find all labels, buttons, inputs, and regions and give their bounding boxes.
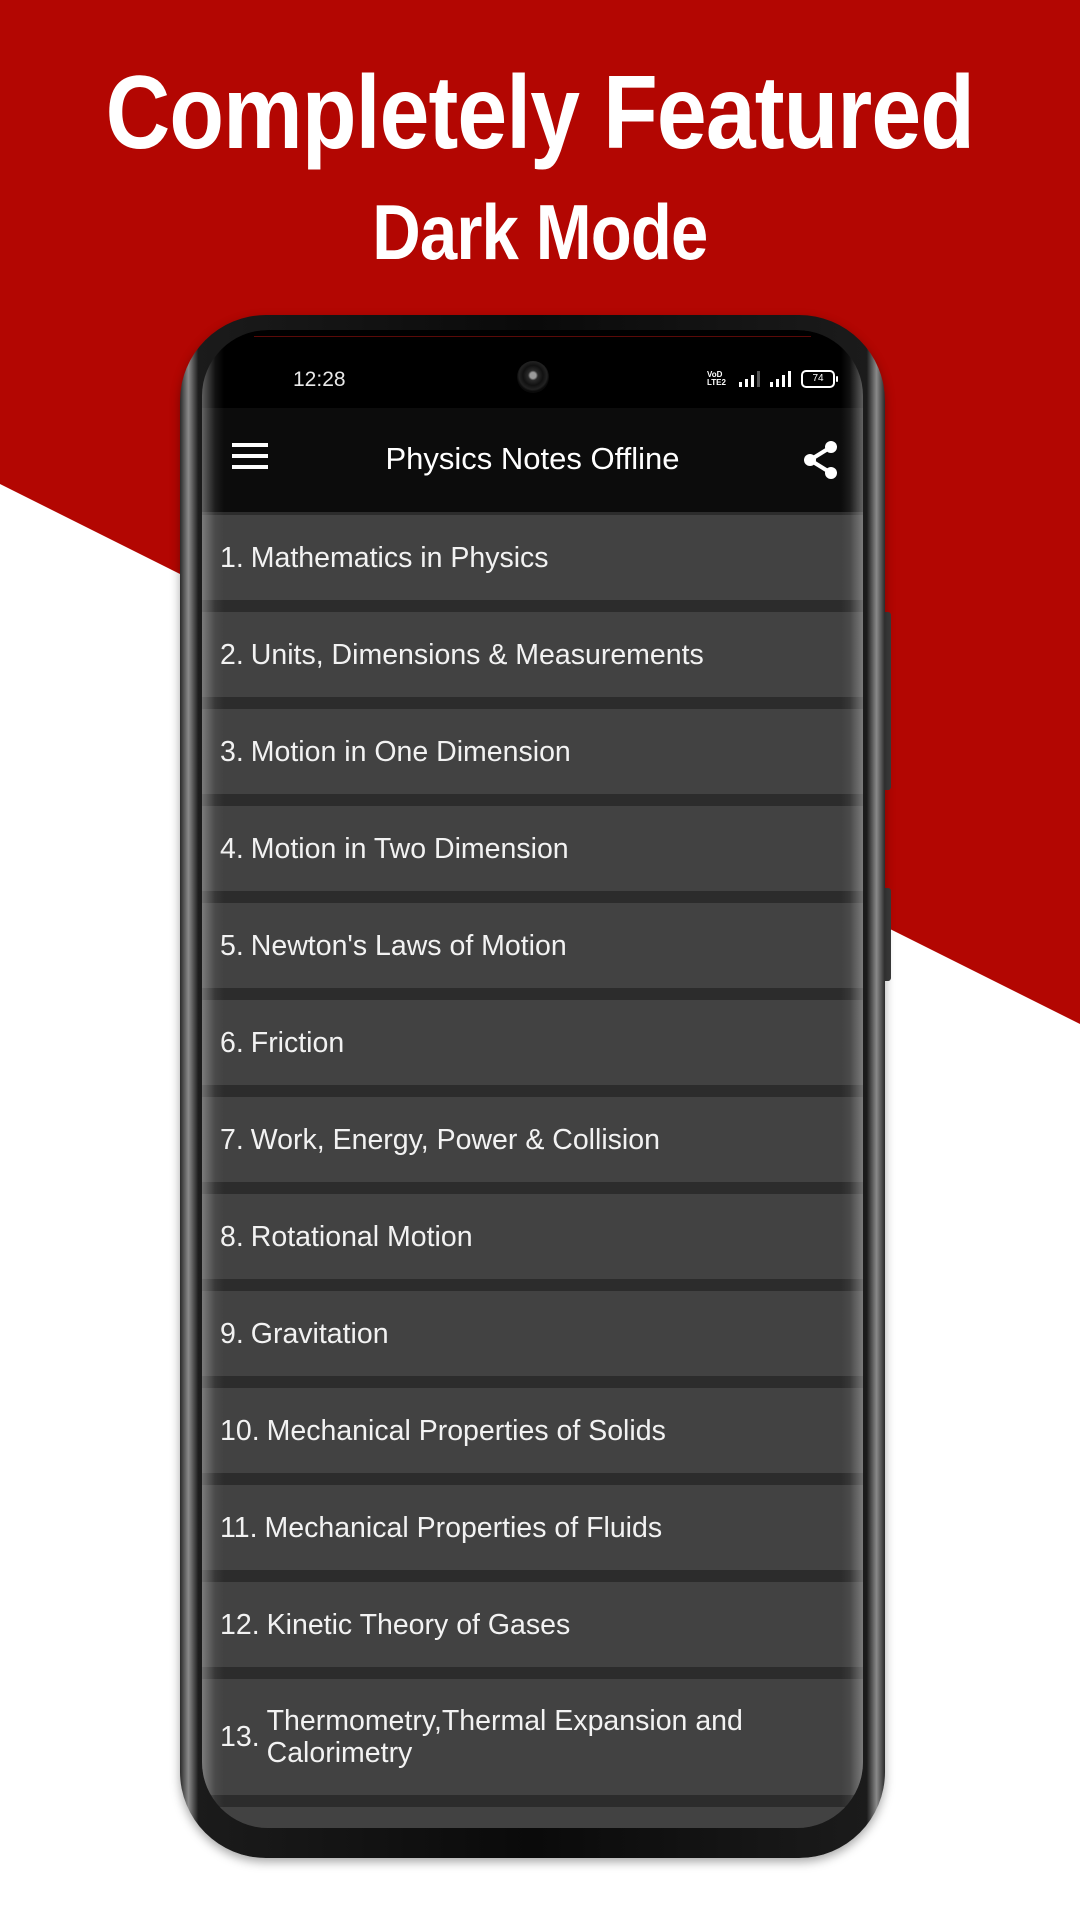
chapter-number: 13. xyxy=(220,1721,260,1753)
chapter-list-item[interactable]: 11. Mechanical Properties of Fluids xyxy=(202,1485,863,1570)
chapter-list-item[interactable]: 6. Friction xyxy=(202,1000,863,1085)
promo-headline-text: Completely Featured xyxy=(105,55,975,171)
chapter-title: Thermometry,Thermal Expansion and Calori… xyxy=(266,1705,743,1769)
chapter-number: 12. xyxy=(220,1608,260,1641)
promo-headline: Completely Featured xyxy=(0,58,1080,168)
chapter-title: Rotational Motion xyxy=(250,1220,473,1253)
chapter-list-item[interactable]: 4. Motion in Two Dimension xyxy=(202,806,863,891)
chapter-list-item[interactable]: 2. Units, Dimensions & Measurements xyxy=(202,612,863,697)
chapter-list-item[interactable]: 8. Rotational Motion xyxy=(202,1194,863,1279)
battery-level: 74 xyxy=(812,373,824,384)
chapter-title: Gravitation xyxy=(250,1317,389,1350)
chapter-list-item[interactable]: 3. Motion in One Dimension xyxy=(202,709,863,794)
chapter-number: 5. xyxy=(220,929,244,962)
chapter-number: 3. xyxy=(220,735,244,768)
status-time: 12:28 xyxy=(293,368,346,391)
chapter-title: Work, Energy, Power & Collision xyxy=(250,1123,660,1156)
phone-screen: 12:28 VoDLTE2 74 Physics Notes Offline xyxy=(202,330,863,1828)
chapter-list-item[interactable]: 14.Thermodynamic Processes xyxy=(202,1807,863,1828)
chapter-title: Mechanical Properties of Fluids xyxy=(264,1511,663,1544)
chapter-list-item[interactable]: 9. Gravitation xyxy=(202,1291,863,1376)
chapter-number: 8. xyxy=(220,1220,244,1253)
chapter-number: 4. xyxy=(220,832,244,865)
chapter-title: Friction xyxy=(250,1026,345,1059)
volte-lte-icon: VoD LTE2 xyxy=(707,370,726,387)
chapter-list-item[interactable]: 1. Mathematics in Physics xyxy=(202,515,863,600)
app-title: Physics Notes Offline xyxy=(385,441,680,476)
promo-subheadline-text: Dark Mode xyxy=(372,188,708,276)
battery-icon: 74 xyxy=(801,370,838,388)
signal-sim1-icon xyxy=(739,371,760,387)
chapter-list-item[interactable]: 10. Mechanical Properties of Solids xyxy=(202,1388,863,1473)
chapter-number: 7. xyxy=(220,1123,244,1156)
chapter-number: 2. xyxy=(220,638,244,671)
chapter-list-item[interactable]: 7. Work, Energy, Power & Collision xyxy=(202,1097,863,1182)
chapter-title: Mechanical Properties of Solids xyxy=(266,1414,666,1447)
chapter-title: Motion in Two Dimension xyxy=(250,832,569,865)
chapter-list-item[interactable]: 5. Newton's Laws of Motion xyxy=(202,903,863,988)
chapter-list: 1. Mathematics in Physics 2. Units, Dimensi… xyxy=(202,512,863,1828)
front-camera-icon xyxy=(517,361,549,393)
chapter-number: 11. xyxy=(220,1511,258,1544)
status-accent-line xyxy=(254,336,811,337)
chapter-number: 1. xyxy=(220,541,244,574)
status-bar: 12:28 VoD LTE2 74 xyxy=(202,330,863,408)
chapter-list-item[interactable]: 13. Thermometry,Thermal Expansion and Cal… xyxy=(202,1679,863,1795)
share-icon[interactable] xyxy=(801,439,841,481)
chapter-number: 6. xyxy=(220,1026,244,1059)
chapter-list-item[interactable]: 12. Kinetic Theory of Gases xyxy=(202,1582,863,1667)
chapter-title: Motion in One Dimension xyxy=(250,735,571,768)
status-icons: VoD LTE2 74 xyxy=(707,370,838,388)
chapter-number: 9. xyxy=(220,1317,244,1350)
chapter-number: 10. xyxy=(220,1414,260,1447)
phone-volume-button xyxy=(885,612,891,790)
promo-subheadline: Dark Mode xyxy=(0,190,1080,274)
chapter-title: Units, Dimensions & Measurements xyxy=(250,638,704,671)
app-bar: Physics Notes Offline xyxy=(202,408,863,512)
chapter-title: Mathematics in Physics xyxy=(250,541,549,574)
signal-sim2-icon xyxy=(770,371,791,387)
chapter-title: Kinetic Theory of Gases xyxy=(266,1608,571,1641)
phone-power-button xyxy=(885,888,891,981)
chapter-title: Newton's Laws of Motion xyxy=(250,929,567,962)
